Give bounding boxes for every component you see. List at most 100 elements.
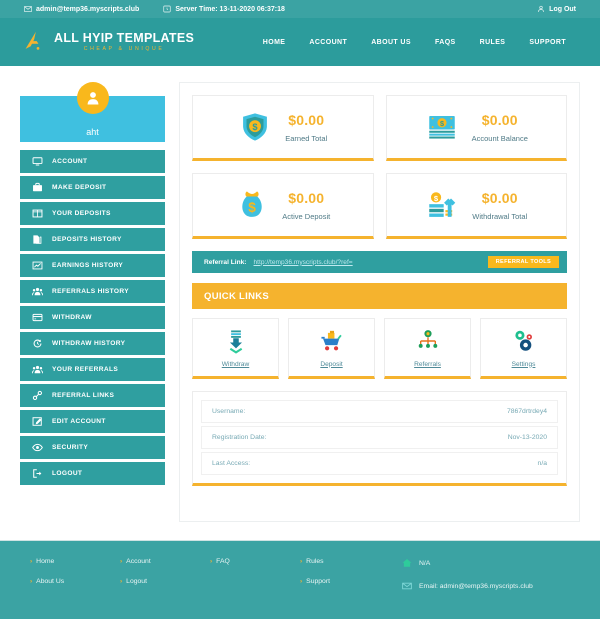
documents-icon — [33, 235, 42, 244]
footer-address-text: N/A — [419, 559, 431, 567]
quick-link-deposit[interactable]: Deposit — [288, 318, 375, 379]
sidebar-item-edit-account[interactable]: EDIT ACCOUNT — [20, 410, 165, 433]
sidebar-item-label: YOUR REFERRALS — [52, 366, 119, 373]
quick-links-title: QUICK LINKS — [192, 283, 567, 309]
footer-link-label: FAQ — [216, 558, 230, 565]
footer-link-account[interactable]: › Account — [120, 558, 210, 565]
footer-link-rules[interactable]: › Rules — [300, 558, 390, 565]
sidebar-item-logout[interactable]: LOGOUT — [20, 462, 165, 485]
chevron-right-icon: › — [210, 558, 213, 565]
nav-item-rules[interactable]: RULES — [468, 39, 518, 46]
user-card: aht — [20, 82, 165, 142]
sidebar-item-label: ACCOUNT — [52, 158, 88, 165]
footer-column-1: › Home › About Us — [30, 558, 120, 619]
chevron-right-icon: › — [300, 558, 303, 565]
table-row: Username: 7867drtrdey4 — [201, 400, 558, 423]
quick-link-label: Deposit — [320, 360, 343, 368]
stat-text-block: $0.00 Active Deposit — [282, 190, 330, 221]
sidebar-item-account[interactable]: ACCOUNT — [20, 150, 165, 173]
footer-column-2: › Account › Logout — [120, 558, 210, 619]
sidebar-item-label: MAKE DEPOSIT — [52, 184, 107, 191]
site-header: ALL HYIP TEMPLATES CHEAP & UNIQUE HOME A… — [0, 18, 600, 66]
referral-link-bar: Referral Link: http://temp36.myscripts.c… — [192, 251, 567, 273]
footer-link-label: About Us — [36, 578, 65, 585]
logo-title: ALL HYIP TEMPLATES — [54, 30, 195, 45]
stat-text-block: $0.00 Withdrawal Total — [472, 190, 527, 221]
referral-tools-button[interactable]: REFERRAL TOOLS — [487, 256, 559, 268]
footer-link-support[interactable]: › Support — [300, 578, 390, 585]
sidebar-item-your-deposits[interactable]: YOUR DEPOSITS — [20, 202, 165, 225]
site-footer: › Home › About Us › Account › Logout › F… — [0, 540, 600, 619]
stat-value: $0.00 — [288, 111, 325, 128]
quick-links-grid: Withdraw Deposit Referrals Settings — [192, 318, 567, 379]
users-icon — [32, 287, 43, 296]
footer-link-label: Account — [126, 558, 151, 565]
footer-link-home[interactable]: › Home — [30, 558, 120, 565]
info-value: n/a — [537, 460, 547, 467]
sidebar-username: aht — [86, 127, 99, 137]
footer-email[interactable]: Email: admin@temp36.myscripts.club — [402, 581, 570, 591]
nav-item-support[interactable]: SUPPORT — [517, 39, 578, 46]
info-label: Username: — [212, 408, 246, 415]
info-value: Nov-13-2020 — [507, 434, 547, 441]
stat-value: $0.00 — [481, 189, 518, 206]
footer-link-about-us[interactable]: › About Us — [30, 578, 120, 585]
sidebar-item-withdraw-history[interactable]: WITHDRAW HISTORY — [20, 332, 165, 355]
monitor-icon — [32, 157, 43, 166]
footer-link-faq[interactable]: › FAQ — [210, 558, 300, 565]
envelope-icon — [402, 582, 412, 590]
footer-column-4: › Rules › Support — [300, 558, 390, 619]
topbar-email-text: admin@temp36.myscripts.club — [36, 5, 140, 13]
sidebar-item-label: LOGOUT — [52, 470, 83, 477]
sidebar-item-your-referrals[interactable]: YOUR REFERRALS — [20, 358, 165, 381]
envelope-icon — [24, 6, 32, 12]
sidebar-item-referral-links[interactable]: REFERRAL LINKS — [20, 384, 165, 407]
triangle-a-logo-icon — [25, 31, 40, 50]
quick-link-label: Settings — [511, 360, 536, 368]
sidebar-item-label: YOUR DEPOSITS — [52, 210, 111, 217]
nav-item-faqs[interactable]: FAQS — [423, 39, 468, 46]
referral-link-label: Referral Link: — [204, 258, 247, 266]
topbar-server-time-text: Server Time: 13-11-2020 06:37:18 — [175, 5, 285, 13]
shopping-cart-icon — [320, 330, 342, 350]
svg-text:$: $ — [440, 119, 444, 128]
footer-link-logout[interactable]: › Logout — [120, 578, 210, 585]
logo-text-block: ALL HYIP TEMPLATES CHEAP & UNIQUE — [54, 32, 194, 53]
sidebar-item-withdraw[interactable]: WITHDRAW — [20, 306, 165, 329]
chart-line-icon — [32, 261, 43, 270]
quick-link-settings[interactable]: Settings — [480, 318, 567, 379]
quick-link-withdraw[interactable]: Withdraw — [192, 318, 279, 379]
sidebar-item-deposits-history[interactable]: DEPOSITS HISTORY — [20, 228, 165, 251]
chevron-right-icon: › — [120, 558, 123, 565]
footer-contact-column: N/A Email: admin@temp36.myscripts.club — [402, 558, 570, 619]
stat-card-earned-total: $ $0.00 Earned Total — [192, 95, 374, 161]
history-icon — [33, 339, 42, 348]
sidebar-item-security[interactable]: SECURITY — [20, 436, 165, 459]
info-value: 7867drtrdey4 — [506, 408, 547, 415]
topbar-email: admin@temp36.myscripts.club — [24, 5, 139, 13]
stat-text-block: $0.00 Earned Total — [285, 112, 327, 143]
stat-label: Active Deposit — [282, 211, 331, 221]
referral-link-url[interactable]: http://temp36.myscripts.club/?ref= — [254, 259, 353, 266]
users-icon — [32, 365, 43, 374]
sidebar-item-make-deposit[interactable]: MAKE DEPOSIT — [20, 176, 165, 199]
nav-item-about-us[interactable]: ABOUT US — [359, 39, 423, 46]
sidebar-item-referrals-history[interactable]: REFERRALS HISTORY — [20, 280, 165, 303]
stat-label: Withdrawal Total — [472, 211, 528, 221]
footer-link-label: Rules — [306, 558, 324, 565]
nav-item-home[interactable]: HOME — [251, 39, 298, 46]
site-logo[interactable]: ALL HYIP TEMPLATES CHEAP & UNIQUE — [22, 30, 194, 54]
edit-square-icon — [32, 417, 42, 426]
footer-link-label: Support — [306, 578, 330, 585]
sidebar-item-earnings-history[interactable]: EARNINGS HISTORY — [20, 254, 165, 277]
sidebar-item-label: WITHDRAW HISTORY — [52, 340, 126, 347]
shield-dollar-icon: $ — [243, 113, 268, 141]
footer-link-label: Logout — [126, 578, 147, 585]
sign-out-icon — [33, 469, 42, 478]
nav-item-account[interactable]: ACCOUNT — [297, 39, 359, 46]
credit-card-icon — [32, 313, 43, 322]
top-utility-bar: admin@temp36.myscripts.club Server Time:… — [0, 0, 600, 18]
quick-link-referrals[interactable]: Referrals — [384, 318, 471, 379]
logout-link[interactable]: Log Out — [537, 5, 576, 13]
clock-icon — [163, 5, 171, 13]
